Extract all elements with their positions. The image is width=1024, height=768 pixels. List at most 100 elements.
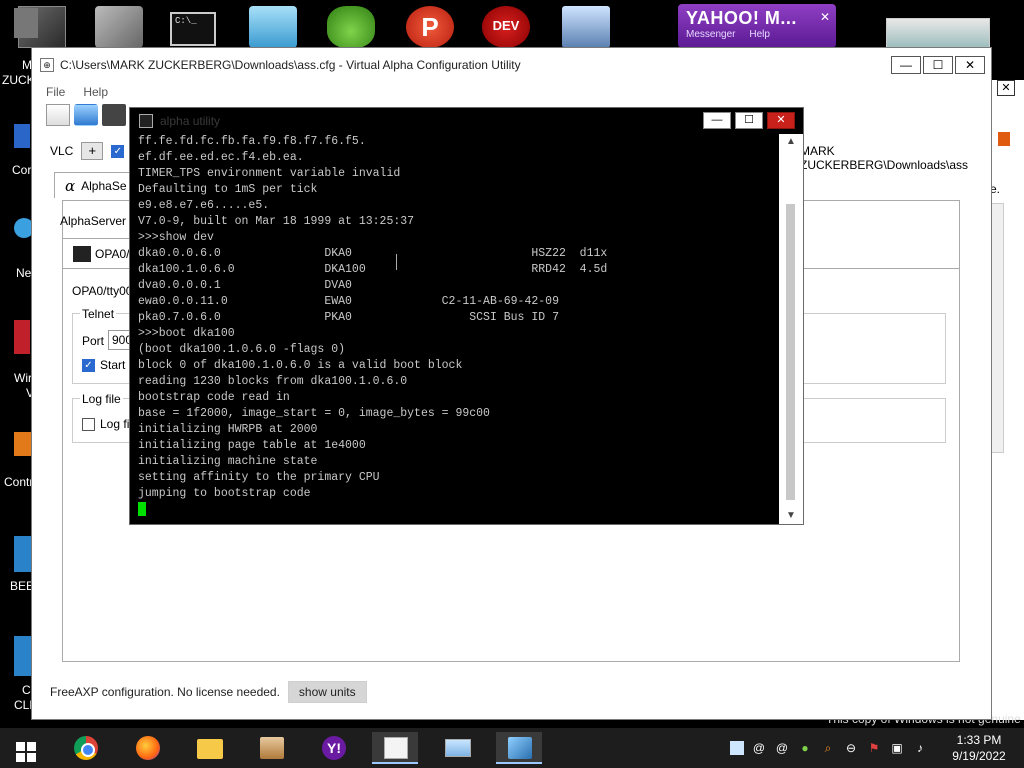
- computer-icon[interactable]: [562, 6, 610, 48]
- desktop-icon-winrar[interactable]: [14, 320, 30, 354]
- status-text: FreeAXP configuration. No license needed…: [50, 685, 280, 699]
- tray-globe-icon[interactable]: ●: [797, 740, 813, 756]
- yahoo-messenger-window[interactable]: YAHOO! M... Messenger Help ✕: [678, 4, 836, 48]
- console-line: TIMER_TPS environment variable invalid: [138, 167, 401, 180]
- log-file-checkbox[interactable]: [82, 417, 95, 431]
- profile-picture: [886, 18, 990, 50]
- console-titlebar[interactable]: alpha utility — ☐ ✕: [130, 108, 803, 134]
- p-app-icon[interactable]: P: [406, 6, 454, 48]
- system-tray: @ @ ● ⌕ ⊖ ⚑ ▣ ♪: [730, 740, 928, 756]
- scroll-down-icon[interactable]: ▼: [779, 508, 803, 524]
- clock-time: 1:33 PM: [956, 733, 1002, 747]
- save-icon[interactable]: [102, 104, 126, 126]
- desktop-label-ne: Ne: [16, 266, 32, 280]
- console-line: initializing page table at 1e4000: [138, 439, 366, 452]
- network-terminal-icon: [508, 737, 532, 759]
- camera-app-icon[interactable]: [95, 6, 143, 48]
- taskbar-package[interactable]: [248, 732, 294, 764]
- dev-cpp-icon[interactable]: DEV: [482, 6, 530, 48]
- background-close-icon[interactable]: ✕: [997, 80, 1015, 96]
- console-close-button[interactable]: ✕: [767, 112, 795, 129]
- console-minimize-button[interactable]: —: [703, 112, 731, 129]
- start-row: ✓ Start s: [82, 358, 135, 372]
- taskbar-console[interactable]: [496, 732, 542, 764]
- panel-title: AlphaServer 4: [60, 214, 137, 228]
- console-line: (boot dka100.1.0.6.0 -flags 0): [138, 343, 346, 356]
- yahoo-close-icon[interactable]: ✕: [820, 10, 830, 24]
- opa-device-label: OPA0/tty00: [72, 284, 133, 298]
- terminal-icon: [73, 245, 91, 262]
- tray-window-icon[interactable]: [730, 741, 744, 755]
- console-line: ff.fe.fd.fc.fb.fa.f9.f8.f7.f6.f5.: [138, 135, 366, 148]
- tray-search-icon[interactable]: ⌕: [820, 740, 836, 756]
- console-line: initializing machine state: [138, 455, 318, 468]
- tab-opa0-label: OPA0/: [95, 246, 130, 261]
- console-app-icon: [139, 114, 153, 128]
- clock[interactable]: 1:33 PM 9/19/2022: [948, 732, 1010, 764]
- console-prompt-line: [138, 502, 778, 518]
- taskbar-firefox[interactable]: [124, 732, 170, 764]
- tray-network-icon[interactable]: ▣: [889, 740, 905, 756]
- close-button[interactable]: ✕: [955, 56, 985, 74]
- tray-minus-icon[interactable]: ⊖: [843, 740, 859, 756]
- console-line: reading 1230 blocks from dka100.1.0.6.0: [138, 375, 408, 388]
- start-checkbox[interactable]: ✓: [82, 358, 95, 372]
- taskbar-explorer[interactable]: [186, 732, 232, 764]
- toolbar: [46, 104, 126, 126]
- config-path: MARK ZUCKERBERG\Downloads\ass: [800, 144, 969, 172]
- console-line: e9.e8.e7.e6.....e5.: [138, 199, 270, 212]
- network-folder-icon[interactable]: [249, 6, 297, 48]
- minimize-button[interactable]: —: [891, 56, 921, 74]
- desktop-icon-cleaner[interactable]: [14, 636, 32, 676]
- taskbar-monitor[interactable]: [434, 732, 480, 764]
- vlc-add-button[interactable]: +: [81, 142, 104, 160]
- yahoo-icon: Y!: [322, 736, 346, 760]
- console-scrollbar[interactable]: ▲ ▼: [779, 134, 803, 524]
- performance-chart-icon: [445, 739, 471, 757]
- console-cursor: [138, 502, 146, 516]
- log-legend: Log file: [80, 392, 123, 406]
- tray-at2-icon[interactable]: @: [774, 740, 790, 756]
- taskbar-config-utility[interactable]: [372, 732, 418, 764]
- vlc-checkbox[interactable]: ✓: [111, 144, 125, 158]
- menu-help[interactable]: Help: [83, 85, 108, 99]
- console-line: V7.0-9, built on Mar 18 1999 at 13:25:37: [138, 215, 415, 228]
- status-bar: FreeAXP configuration. No license needed…: [32, 679, 991, 705]
- config-window-titlebar[interactable]: ⊕ C:\Users\MARK ZUCKERBERG\Downloads\ass…: [32, 48, 991, 82]
- menu-bar: File Help: [32, 82, 991, 102]
- desktop-label-wir: Wir: [14, 371, 32, 385]
- console-line: setting affinity to the primary CPU: [138, 471, 380, 484]
- tab-opa0[interactable]: OPA0/: [62, 238, 132, 268]
- command-prompt-icon[interactable]: C:\_: [170, 12, 216, 46]
- show-units-button[interactable]: show units: [287, 681, 367, 703]
- config-window-title: C:\Users\MARK ZUCKERBERG\Downloads\ass.c…: [60, 58, 521, 72]
- console-line: block 0 of dka100.1.0.6.0 is a valid boo…: [138, 359, 463, 372]
- taskbar-chrome[interactable]: [62, 732, 108, 764]
- console-title: alpha utility: [160, 114, 221, 128]
- maximize-button[interactable]: ☐: [923, 56, 953, 74]
- tray-volume-icon[interactable]: ♪: [912, 740, 928, 756]
- folder-icon: [197, 739, 223, 759]
- scroll-up-icon[interactable]: ▲: [779, 134, 803, 150]
- background-scrollbar[interactable]: [990, 203, 1004, 453]
- console-output[interactable]: ff.fe.fd.fc.fb.fa.f9.f8.f7.f6.f5. ef.df.e…: [138, 134, 778, 520]
- tray-at-icon[interactable]: @: [751, 740, 767, 756]
- angry-birds-icon[interactable]: [327, 6, 375, 48]
- scroll-thumb[interactable]: [786, 204, 795, 500]
- windows-logo-icon: [16, 742, 36, 762]
- tab-alphaserver[interactable]: α AlphaSe: [54, 172, 134, 198]
- tray-flag-icon[interactable]: ⚑: [866, 740, 882, 756]
- start-button[interactable]: [2, 732, 48, 764]
- yahoo-subtitle: Messenger Help: [686, 29, 770, 40]
- console-line: >>>boot dka100: [138, 327, 235, 340]
- console-maximize-button[interactable]: ☐: [735, 112, 763, 129]
- firefox-icon: [136, 736, 160, 760]
- menu-file[interactable]: File: [46, 85, 65, 99]
- desktop-icon-computer[interactable]: [14, 124, 30, 148]
- open-folder-icon[interactable]: [74, 104, 98, 126]
- new-file-icon[interactable]: [46, 104, 70, 126]
- desktop-icon-user[interactable]: [14, 8, 38, 38]
- desktop-icon-bee[interactable]: [14, 536, 32, 572]
- taskbar-yahoo[interactable]: Y!: [310, 732, 356, 764]
- console-line: ef.df.ee.ed.ec.f4.eb.ea.: [138, 151, 304, 164]
